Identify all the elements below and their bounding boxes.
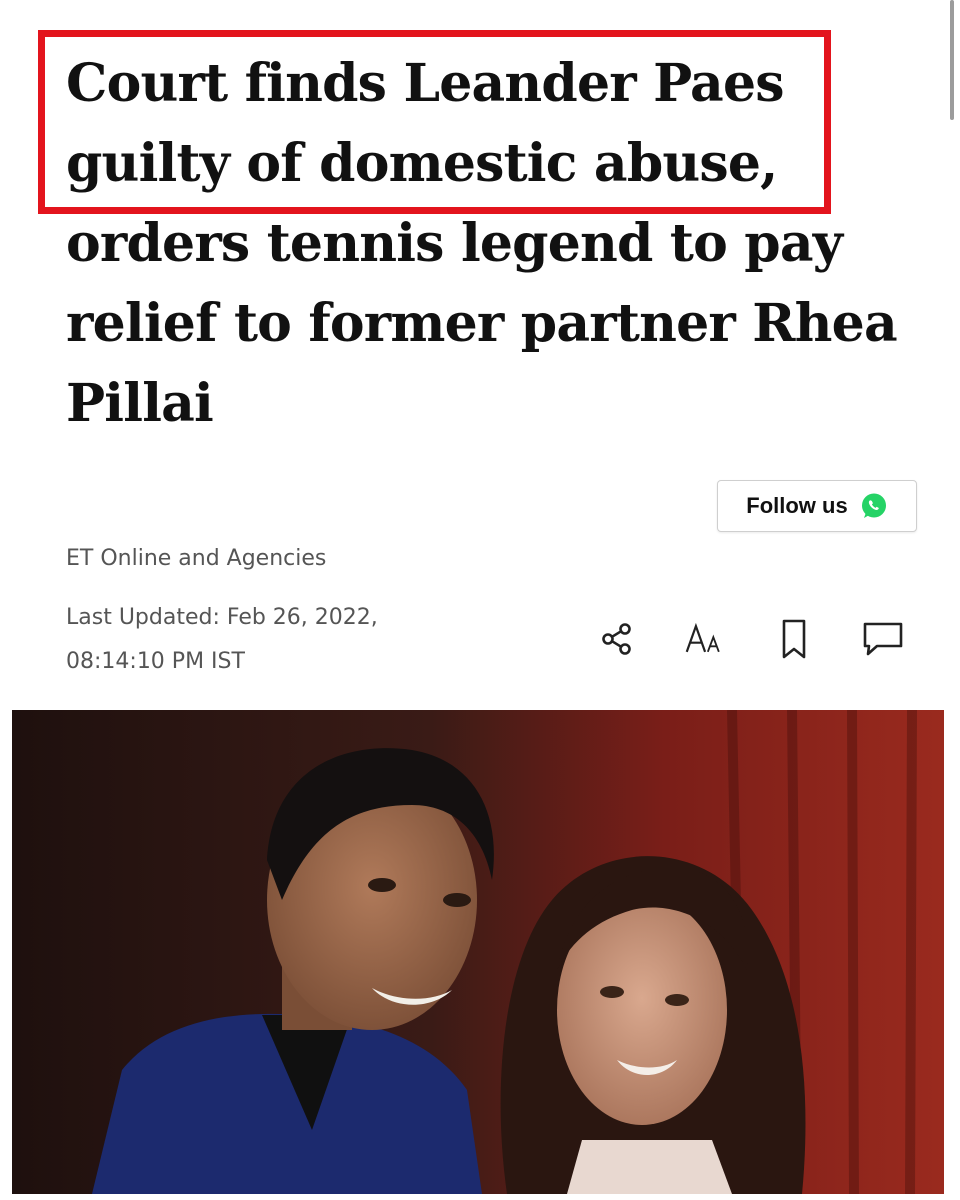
font-size-icon[interactable] [684, 617, 728, 661]
article-author: ET Online and Agencies [66, 546, 327, 571]
follow-us-label: Follow us [746, 493, 848, 518]
last-updated-time: 08:14:10 PM IST [66, 649, 245, 674]
follow-us-button[interactable]: Follow us [717, 480, 917, 532]
article-photo [12, 710, 944, 1194]
comment-icon[interactable] [861, 617, 905, 661]
article-toolbar [595, 614, 905, 664]
scrollbar[interactable] [950, 0, 954, 120]
whatsapp-icon [860, 492, 888, 520]
last-updated: Last Updated: Feb 26, 2022, 08:14:10 PM … [66, 596, 466, 684]
share-icon[interactable] [595, 617, 639, 661]
bookmark-icon[interactable] [772, 617, 816, 661]
last-updated-date: Last Updated: Feb 26, 2022, [66, 605, 378, 630]
article-headline: Court finds Leander Paes guilty of domes… [66, 53, 898, 434]
